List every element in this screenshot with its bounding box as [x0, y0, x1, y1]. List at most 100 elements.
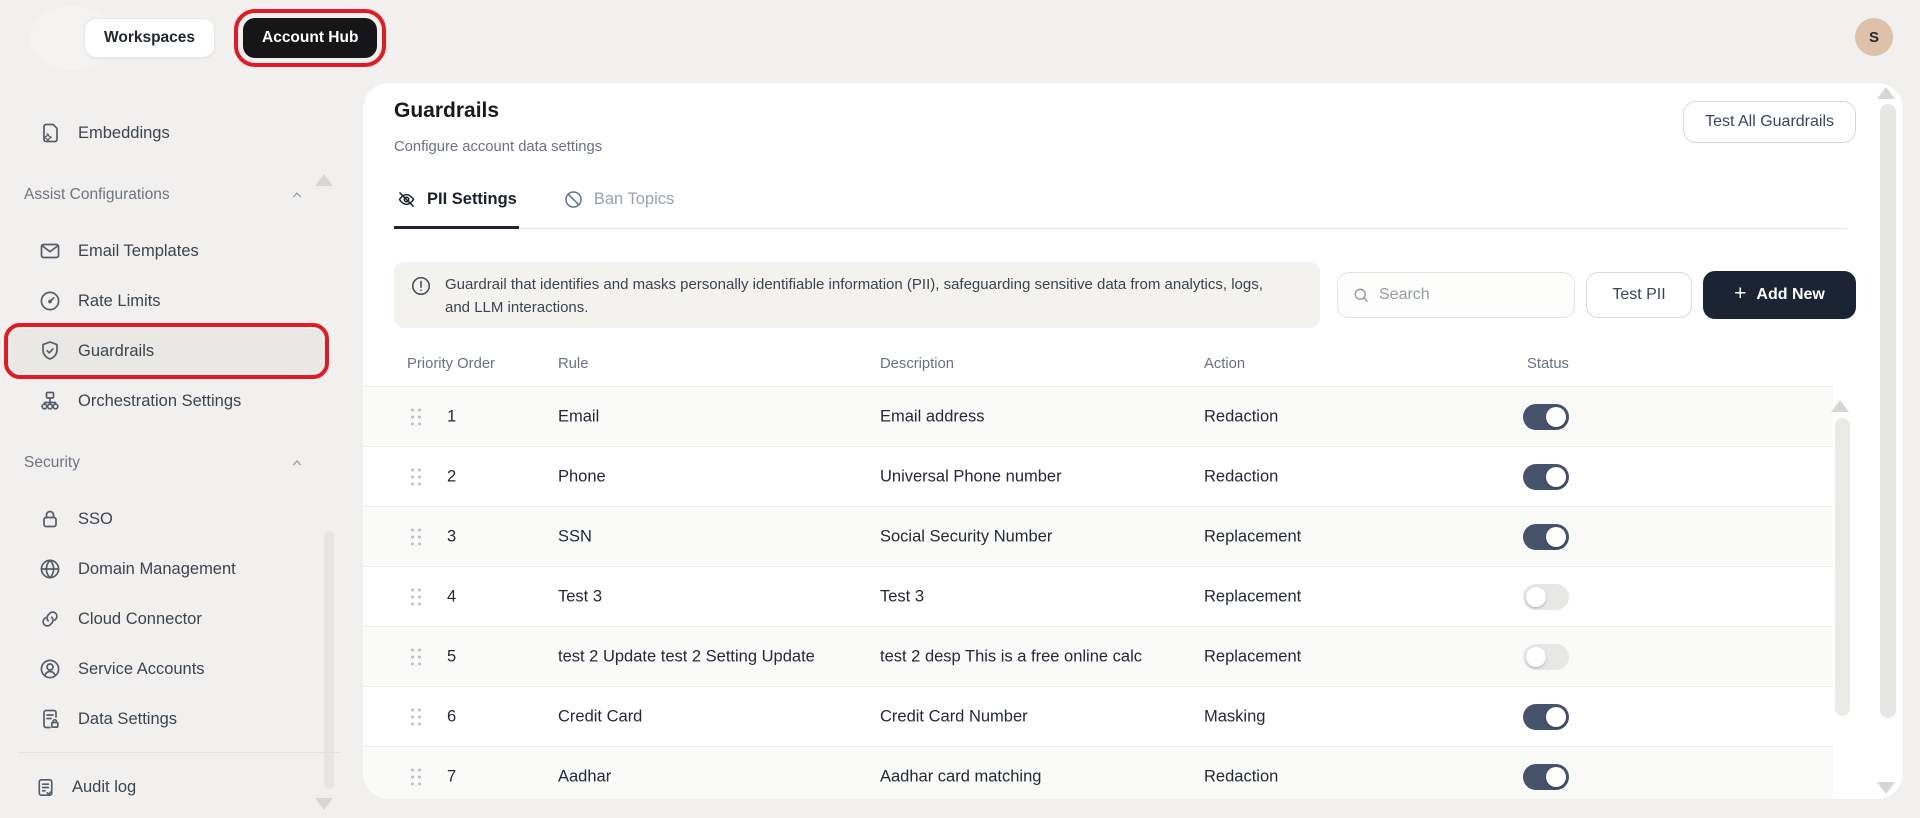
sidebar-item-label: SSO	[78, 510, 113, 529]
status-toggle[interactable]	[1523, 584, 1569, 610]
section-label: Assist Configurations	[24, 186, 170, 204]
sidebar: Embeddings Assist Configurations Email Tem…	[0, 76, 363, 818]
sidebar-item-service-accounts[interactable]: Service Accounts	[10, 647, 323, 691]
status-toggle[interactable]	[1523, 704, 1569, 730]
sidebar-item-cloud-connector[interactable]: Cloud Connector	[10, 597, 323, 641]
drag-handle-icon[interactable]	[411, 708, 421, 725]
main-scroll-down-icon[interactable]	[1877, 782, 1895, 794]
column-header-priority: Priority Order	[407, 356, 495, 372]
embeddings-icon	[38, 121, 62, 145]
sidebar-section-security[interactable]: Security	[0, 451, 305, 475]
sidebar-item-orchestration-settings[interactable]: Orchestration Settings	[10, 379, 323, 423]
sidebar-item-label: Cloud Connector	[78, 610, 202, 629]
test-all-guardrails-button[interactable]: Test All Guardrails	[1683, 101, 1856, 143]
sidebar-item-label: Embeddings	[78, 124, 170, 143]
toggle-knob	[1546, 467, 1566, 487]
main-scrollbar[interactable]	[1880, 104, 1896, 718]
rule-cell: SSN	[558, 527, 873, 546]
table-row: 6Credit CardCredit Card NumberMasking	[363, 686, 1833, 746]
priority-order-cell: 1	[447, 407, 456, 426]
status-toggle[interactable]	[1523, 404, 1569, 430]
sidebar-item-email-templates[interactable]: Email Templates	[10, 229, 323, 273]
table-row: 5test 2 Update test 2 Setting Updatetest…	[363, 626, 1833, 686]
sidebar-item-embeddings[interactable]: Embeddings	[10, 111, 323, 155]
search-input[interactable]	[1379, 286, 1539, 304]
rule-cell: Test 3	[558, 587, 873, 606]
priority-order-cell: 5	[447, 647, 456, 666]
eye-off-icon	[396, 189, 417, 210]
test-pii-button[interactable]: Test PII	[1586, 272, 1692, 318]
sidebar-item-label: Guardrails	[78, 342, 154, 361]
table-scrollbar[interactable]	[1835, 418, 1850, 716]
add-new-button[interactable]: + Add New	[1703, 271, 1856, 319]
main-scroll-up-icon[interactable]	[1877, 87, 1895, 99]
description-cell: Credit Card Number	[880, 707, 1192, 726]
rule-cell: test 2 Update test 2 Setting Update	[558, 647, 873, 666]
description-cell: Test 3	[880, 587, 1192, 606]
audit-log-icon	[34, 776, 57, 799]
info-banner-text: Guardrail that identifies and masks pers…	[445, 273, 1275, 328]
sidebar-item-guardrails[interactable]: Guardrails	[10, 329, 323, 373]
tab-pii-settings[interactable]: PII Settings	[394, 183, 519, 228]
sidebar-nav: Embeddings Assist Configurations Email Tem…	[0, 76, 363, 741]
sidebar-item-audit-log[interactable]: Audit log	[0, 765, 340, 809]
description-cell: Aadhar card matching	[880, 767, 1192, 786]
sidebar-item-data-settings[interactable]: Data Settings	[10, 697, 323, 741]
orchestration-icon	[38, 389, 62, 413]
sidebar-scroll-up-icon[interactable]	[315, 174, 333, 186]
table-header: Priority Order Rule Description Action S…	[363, 350, 1833, 386]
priority-order-cell: 7	[447, 767, 456, 786]
rate-limits-icon	[38, 289, 62, 313]
sidebar-item-label: Data Settings	[78, 710, 177, 729]
rule-cell: Aadhar	[558, 767, 873, 786]
drag-handle-icon[interactable]	[411, 468, 421, 485]
page-subtitle: Configure account data settings	[394, 139, 602, 155]
alert-circle-icon	[410, 275, 432, 297]
status-toggle[interactable]	[1523, 764, 1569, 790]
ban-icon	[563, 189, 584, 210]
drag-handle-icon[interactable]	[411, 528, 421, 545]
main-panel: Guardrails Configure account data settin…	[363, 83, 1903, 799]
account-hub-button[interactable]: Account Hub	[243, 18, 377, 58]
rule-cell: Credit Card	[558, 707, 873, 726]
sidebar-item-domain-management[interactable]: Domain Management	[10, 547, 323, 591]
sidebar-section-assist-configurations[interactable]: Assist Configurations	[0, 183, 305, 207]
table-row: 4Test 3Test 3Replacement	[363, 566, 1833, 626]
sidebar-item-rate-limits[interactable]: Rate Limits	[10, 279, 323, 323]
search-box	[1337, 272, 1575, 318]
toggle-knob	[1546, 407, 1566, 427]
chevron-up-icon	[289, 187, 305, 203]
table-scroll-up-icon[interactable]	[1831, 400, 1849, 412]
status-toggle[interactable]	[1523, 644, 1569, 670]
shield-check-icon	[38, 339, 62, 363]
add-new-label: Add New	[1756, 286, 1824, 304]
drag-handle-icon[interactable]	[411, 648, 421, 665]
drag-handle-icon[interactable]	[411, 768, 421, 785]
tab-bar: PII Settings Ban Topics	[394, 183, 1847, 229]
table-row: 2PhoneUniversal Phone numberRedaction	[363, 446, 1833, 506]
sidebar-divider	[18, 752, 340, 753]
toggle-knob	[1546, 707, 1566, 727]
drag-handle-icon[interactable]	[411, 588, 421, 605]
column-header-rule: Rule	[558, 356, 588, 372]
action-cell: Redaction	[1204, 767, 1278, 786]
action-cell: Replacement	[1204, 647, 1301, 666]
tab-ban-topics[interactable]: Ban Topics	[561, 183, 676, 228]
search-icon	[1352, 286, 1370, 304]
column-header-description: Description	[880, 356, 954, 372]
action-cell: Redaction	[1204, 467, 1278, 486]
priority-order-cell: 2	[447, 467, 456, 486]
sidebar-item-label: Domain Management	[78, 560, 236, 579]
page-title: Guardrails	[394, 99, 499, 123]
globe-icon	[38, 557, 62, 581]
toggle-knob	[1526, 587, 1546, 607]
sidebar-scrollbar[interactable]	[324, 531, 334, 789]
status-toggle[interactable]	[1523, 524, 1569, 550]
status-toggle[interactable]	[1523, 464, 1569, 490]
sidebar-item-label: Rate Limits	[78, 292, 161, 311]
sidebar-item-sso[interactable]: SSO	[10, 497, 323, 541]
drag-handle-icon[interactable]	[411, 408, 421, 425]
user-avatar[interactable]: S	[1855, 18, 1893, 56]
workspaces-button[interactable]: Workspaces	[84, 18, 215, 58]
description-cell: Universal Phone number	[880, 467, 1192, 486]
